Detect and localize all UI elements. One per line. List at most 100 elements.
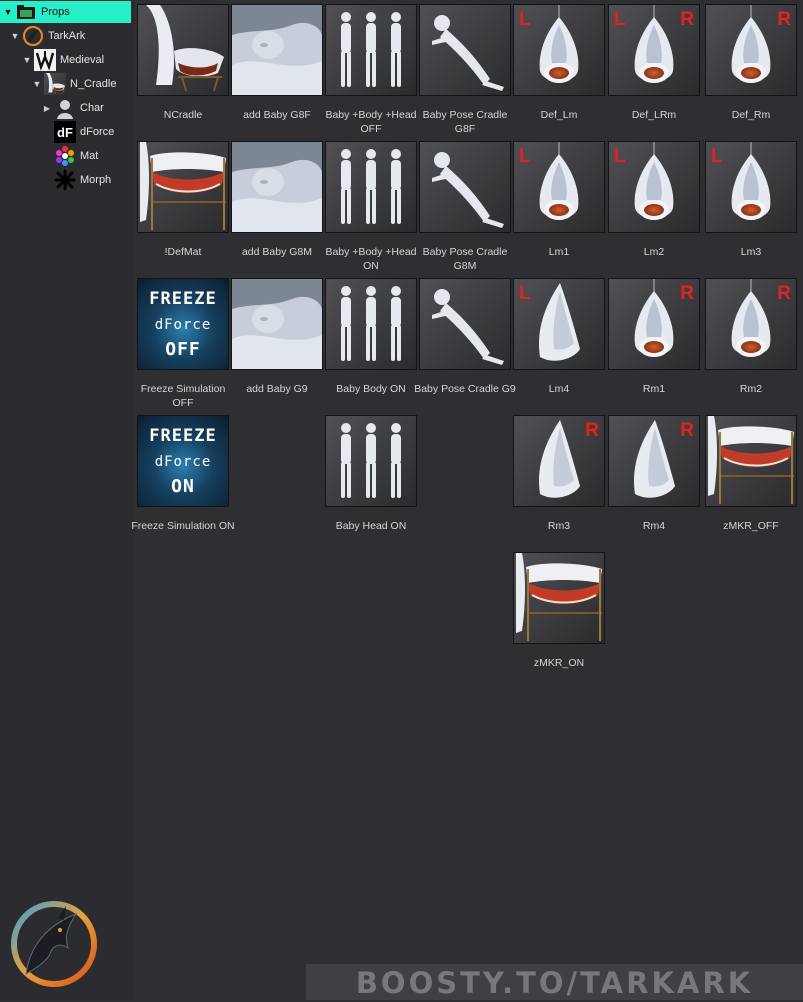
dforce-text: dForce	[154, 454, 212, 470]
freeze-title: FREEZE	[149, 289, 217, 309]
thumbnail-image	[325, 141, 417, 233]
material-palette-icon	[54, 145, 76, 167]
tarkark-dragon-logo	[6, 896, 102, 992]
asset-label: Rm4	[642, 520, 666, 532]
expand-arrow-icon[interactable]: ▼	[3, 7, 13, 17]
thumbnail-image: FREEZE dForce OFF	[137, 278, 229, 370]
tree-item-label: Morph	[80, 174, 112, 186]
asset-label: Baby Pose Cradle G8F	[422, 109, 508, 135]
collapsed-arrow-icon[interactable]: ▶	[42, 104, 52, 113]
tree-item-medieval[interactable]: ▼ Medieval	[22, 49, 104, 71]
asset-label: Def_LRm	[631, 109, 677, 121]
tree-item-label: Props	[41, 6, 70, 18]
thumbnail-image	[231, 141, 323, 233]
right-badge: R	[777, 283, 791, 304]
asset-label: Rm3	[547, 520, 571, 532]
freeze-state: OFF	[165, 339, 201, 360]
thumbnail-image	[325, 415, 417, 507]
tree-item-tarkark[interactable]: ▼ TarkArk	[10, 25, 85, 47]
asset-label: Freeze Simulation ON	[131, 520, 235, 532]
asset-label: zMKR_OFF	[723, 520, 779, 532]
tree-item-label: Mat	[80, 150, 99, 162]
thumbnail-image: L R	[608, 4, 700, 96]
boosty-watermark: BOOSTY.TO/TARKARK	[306, 964, 803, 1000]
expand-arrow-icon[interactable]: ▼	[22, 55, 32, 65]
thumbnail-image	[419, 4, 511, 96]
thumbnail-image: R	[705, 278, 797, 370]
asset-thumbnail-grid: NCradle add Baby G8F Baby +Body +Head OF…	[131, 0, 803, 1000]
tree-item-morph[interactable]: Morph	[42, 169, 111, 191]
asset-label: !DefMat	[164, 246, 202, 258]
freeze-state: ON	[171, 476, 195, 497]
tree-item-label: N_Cradle	[70, 78, 117, 90]
left-badge: L	[614, 146, 626, 167]
asset-label: Baby Head ON	[335, 520, 407, 532]
folder-icon	[15, 1, 37, 23]
tree-item-label: TarkArk	[48, 30, 86, 42]
asset-label: Freeze Simulation OFF	[140, 383, 226, 409]
thumbnail-image: R	[608, 415, 700, 507]
thumbnail-image	[137, 4, 229, 96]
left-badge: L	[519, 146, 531, 167]
left-badge: L	[711, 146, 723, 167]
thumbnail-image: L	[513, 4, 605, 96]
left-badge: L	[614, 9, 626, 30]
tree-item-props[interactable]: ▼ Props	[0, 1, 131, 23]
asset-label: Lm4	[548, 383, 570, 395]
left-badge: L	[519, 9, 531, 30]
thumbnail-image	[325, 278, 417, 370]
medieval-crest-icon	[34, 49, 56, 71]
expand-arrow-icon[interactable]: ▼	[32, 79, 42, 89]
left-badge: L	[519, 283, 531, 304]
thumbnail-image: L	[513, 141, 605, 233]
thumbnail-image	[419, 141, 511, 233]
thumbnail-image: R	[608, 278, 700, 370]
tree-item-char[interactable]: ▶ Char	[42, 97, 104, 119]
thumbnail-image	[325, 4, 417, 96]
asset-label: Baby Pose Cradle G9	[414, 383, 516, 395]
asset-label: NCradle	[163, 109, 203, 121]
asset-label: Def_Lm	[540, 109, 578, 121]
morph-star-icon	[54, 169, 76, 191]
asset-label: Lm1	[548, 246, 570, 258]
thumbnail-image	[137, 141, 229, 233]
asset-label: Baby Pose Cradle G8M	[422, 246, 508, 272]
dforce-icon: dF	[54, 121, 76, 143]
right-badge: R	[680, 420, 694, 441]
content-tree-panel: ▼ Props ▼ TarkArk ▼ Medieval ▼ N_Cradle …	[0, 0, 135, 1000]
thumbnail-image: L	[705, 141, 797, 233]
thumbnail-image: R	[513, 415, 605, 507]
thumbnail-image: L	[513, 278, 605, 370]
asset-label: Baby Body ON	[336, 383, 406, 395]
thumbnail-image	[231, 278, 323, 370]
asset-label: Lm3	[740, 246, 762, 258]
thumbnail-image: L	[608, 141, 700, 233]
asset-label: Rm2	[739, 383, 763, 395]
thumbnail-image: FREEZE dForce ON	[137, 415, 229, 507]
asset-label: Baby +Body +Head ON	[325, 246, 417, 272]
expand-arrow-icon[interactable]: ▼	[10, 31, 20, 41]
tree-item-label: Char	[80, 102, 104, 114]
dragon-logo-icon	[22, 25, 44, 47]
cradle-thumbnail-icon	[44, 73, 66, 95]
tree-item-label: Medieval	[60, 54, 105, 66]
thumbnail-image	[705, 415, 797, 507]
dforce-text: dForce	[154, 317, 212, 333]
tree-item-mat[interactable]: Mat	[42, 145, 98, 167]
tree-item-ncradle[interactable]: ▼ N_Cradle	[32, 73, 116, 95]
asset-label: add Baby G9	[246, 383, 308, 395]
right-badge: R	[680, 283, 694, 304]
asset-label: Baby +Body +Head OFF	[325, 109, 417, 135]
tree-item-dforce[interactable]: dF dForce	[42, 121, 114, 143]
thumbnail-image: R	[705, 4, 797, 96]
tree-item-label: dForce	[80, 126, 115, 138]
freeze-title: FREEZE	[149, 426, 217, 446]
asset-label: Rm1	[642, 383, 666, 395]
right-badge: R	[585, 420, 599, 441]
right-badge: R	[777, 9, 791, 30]
thumbnail-image	[419, 278, 511, 370]
asset-label: add Baby G8F	[243, 109, 311, 121]
thumbnail-image	[231, 4, 323, 96]
figure-head-icon	[54, 97, 76, 119]
right-badge: R	[680, 9, 694, 30]
